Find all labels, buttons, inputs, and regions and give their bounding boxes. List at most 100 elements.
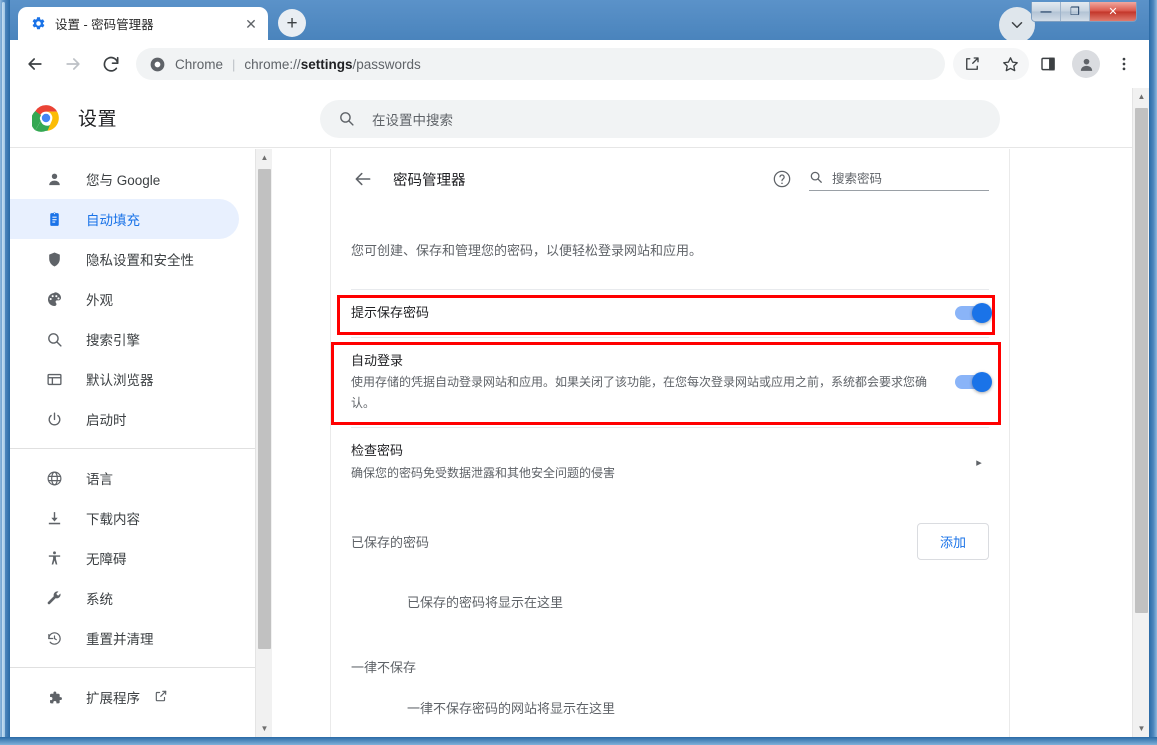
history-restore-icon [44,628,64,648]
sidebar-item-appearance[interactable]: 外观 [10,279,239,319]
saved-passwords-empty-text: 已保存的密码将显示在这里 [407,595,564,611]
sidebar-item-on-startup[interactable]: 启动时 [10,399,239,439]
password-manager-card: 密码管理器 搜索密码 您可创建、保存和管理您的密码，以便轻松登录网站和应用。 提… [330,149,1010,737]
never-saved-section-label: 一律不保存 [351,660,417,676]
sidebar-item-label: 您与 Google [86,173,161,188]
new-tab-button[interactable]: + [278,9,306,37]
sidebar-scrollbar[interactable]: ▲ ▼ [255,149,272,737]
setting-row-auto-signin[interactable]: 自动登录 使用存储的凭据自动登录网站和应用。如果关闭了该功能，在您每次登录网站或… [351,336,992,428]
close-window-button[interactable]: ✕ [1090,2,1136,21]
sidebar-item-downloads[interactable]: 下载内容 [10,498,239,538]
scroll-down-arrow-icon[interactable]: ▼ [1133,720,1149,737]
forward-arrow-icon [66,58,80,70]
maximize-button[interactable]: ❐ [1061,2,1090,21]
sidebar-item-autofill[interactable]: 自动填充 [10,199,239,239]
sidebar-item-default-browser[interactable]: 默认浏览器 [10,359,239,399]
sidebar-divider-2 [10,667,255,668]
download-icon [44,508,64,528]
chrome-logo-icon [32,104,60,132]
back-button[interactable] [19,48,51,80]
browser-menu-button[interactable] [1108,48,1140,80]
browser-toolbar: Chrome | chrome://settings/passwords [10,40,1149,88]
omnibox-url-prefix: chrome:// [244,56,301,72]
sidebar-item-label: 重置并清理 [86,632,154,647]
page-viewport: 设置 在设置中搜索 您与 Google 自动填充 隐私设置和安全性 外观 搜索引… [10,88,1149,737]
row-title: 提示保存密码 [351,304,430,320]
side-panel-button[interactable] [1032,48,1064,80]
sidebar-item-privacy-security[interactable]: 隐私设置和安全性 [10,239,239,279]
palette-icon [44,289,64,309]
browser-window-icon [44,369,64,389]
sidebar-item-extensions[interactable]: 扩展程序 [10,677,239,717]
minimize-button[interactable]: — [1032,2,1061,21]
bookmark-button[interactable] [994,48,1026,80]
settings-main-content: 密码管理器 搜索密码 您可创建、保存和管理您的密码，以便轻松登录网站和应用。 提… [272,149,1132,737]
close-icon[interactable]: ✕ [242,15,260,33]
chevron-right-icon[interactable]: ▸ [969,456,989,469]
tab-strip: 设置 - 密码管理器 ✕ + — ❐ ✕ [10,0,1149,43]
profile-chevron-button[interactable] [999,7,1035,43]
sidebar-item-label: 搜索引擎 [86,333,140,348]
sidebar-scroll-thumb[interactable] [258,169,271,649]
toggle-knob [972,303,992,323]
tab-title: 设置 - 密码管理器 [55,18,154,32]
browser-tab-settings[interactable]: 设置 - 密码管理器 ✕ [18,7,268,40]
offer-to-save-passwords-toggle[interactable] [955,303,992,323]
scroll-up-arrow-icon[interactable]: ▲ [256,149,273,166]
sidebar-item-languages[interactable]: 语言 [10,458,239,498]
setting-row-check-passwords[interactable]: 检查密码 确保您的密码免受数据泄露和其他安全问题的侵害 ▸ [351,427,989,497]
sidebar-item-system[interactable]: 系统 [10,578,239,618]
external-link-icon [154,689,170,705]
reload-button[interactable] [95,48,127,80]
row-text: 提示保存密码 [351,304,955,323]
settings-header: 设置 在设置中搜索 [10,88,1132,148]
page-scroll-thumb[interactable] [1135,108,1148,613]
row-description: 使用存储的凭据自动登录网站和应用。如果关闭了该功能，在您每次登录网站或应用之前，… [351,375,928,410]
window-frame-bottom-edge [0,737,1157,745]
setting-row-offer-to-save-passwords[interactable]: 提示保存密码 [351,288,992,337]
sidebar-item-search-engine[interactable]: 搜索引擎 [10,319,239,359]
person-icon [44,169,64,189]
maximize-icon: ❐ [1070,6,1080,18]
clipboard-icon [44,209,64,229]
scroll-down-arrow-icon[interactable]: ▼ [256,720,273,737]
omnibox-scheme-label: Chrome [175,56,224,72]
settings-search-input[interactable]: 在设置中搜索 [320,100,1000,138]
help-circle-icon[interactable] [771,168,793,190]
profile-avatar-button[interactable] [1072,50,1100,78]
sidebar-item-label: 外观 [86,293,113,308]
address-bar[interactable]: Chrome | chrome://settings/passwords [136,48,945,80]
plus-icon: + [286,12,298,34]
toggle-knob [972,372,992,393]
page-title: 设置 [78,109,118,130]
page-scrollbar[interactable]: ▲ ▼ [1132,88,1149,737]
search-icon [338,110,356,128]
auto-signin-toggle[interactable] [955,372,992,393]
password-search-input[interactable]: 搜索密码 [809,168,989,191]
sidebar-item-accessibility[interactable]: 无障碍 [10,538,239,578]
omnibox-url: chrome://settings/passwords [244,57,420,72]
password-manager-header: 密码管理器 搜索密码 [351,149,989,209]
settings-sidebar: 您与 Google 自动填充 隐私设置和安全性 外观 搜索引擎 默认浏览器 启动… [10,149,255,737]
sidebar-item-label: 启动时 [86,413,127,428]
profile-avatar-icon [1080,58,1092,71]
sidebar-item-reset-cleanup[interactable]: 重置并清理 [10,618,239,658]
puzzle-piece-icon [44,687,64,707]
row-text: 检查密码 确保您的密码免受数据泄露和其他安全问题的侵害 [351,442,969,483]
forward-button[interactable] [57,48,89,80]
three-dot-menu-icon [1122,57,1126,71]
password-search-placeholder: 搜索密码 [832,171,883,186]
add-password-button[interactable]: 添加 [916,523,989,561]
toolbar-actions [953,48,1143,80]
share-icon [966,57,979,70]
star-icon [1002,56,1018,71]
window-frame-right-edge [1149,0,1157,745]
chrome-logo-icon [150,56,166,72]
sidebar-item-label: 下载内容 [86,512,140,527]
back-arrow-icon[interactable] [351,167,375,191]
back-arrow-icon [28,58,42,70]
minimize-icon: — [1040,5,1052,18]
scroll-up-arrow-icon[interactable]: ▲ [1133,88,1149,105]
sidebar-item-you-and-google[interactable]: 您与 Google [10,159,239,199]
share-button[interactable] [956,48,988,80]
